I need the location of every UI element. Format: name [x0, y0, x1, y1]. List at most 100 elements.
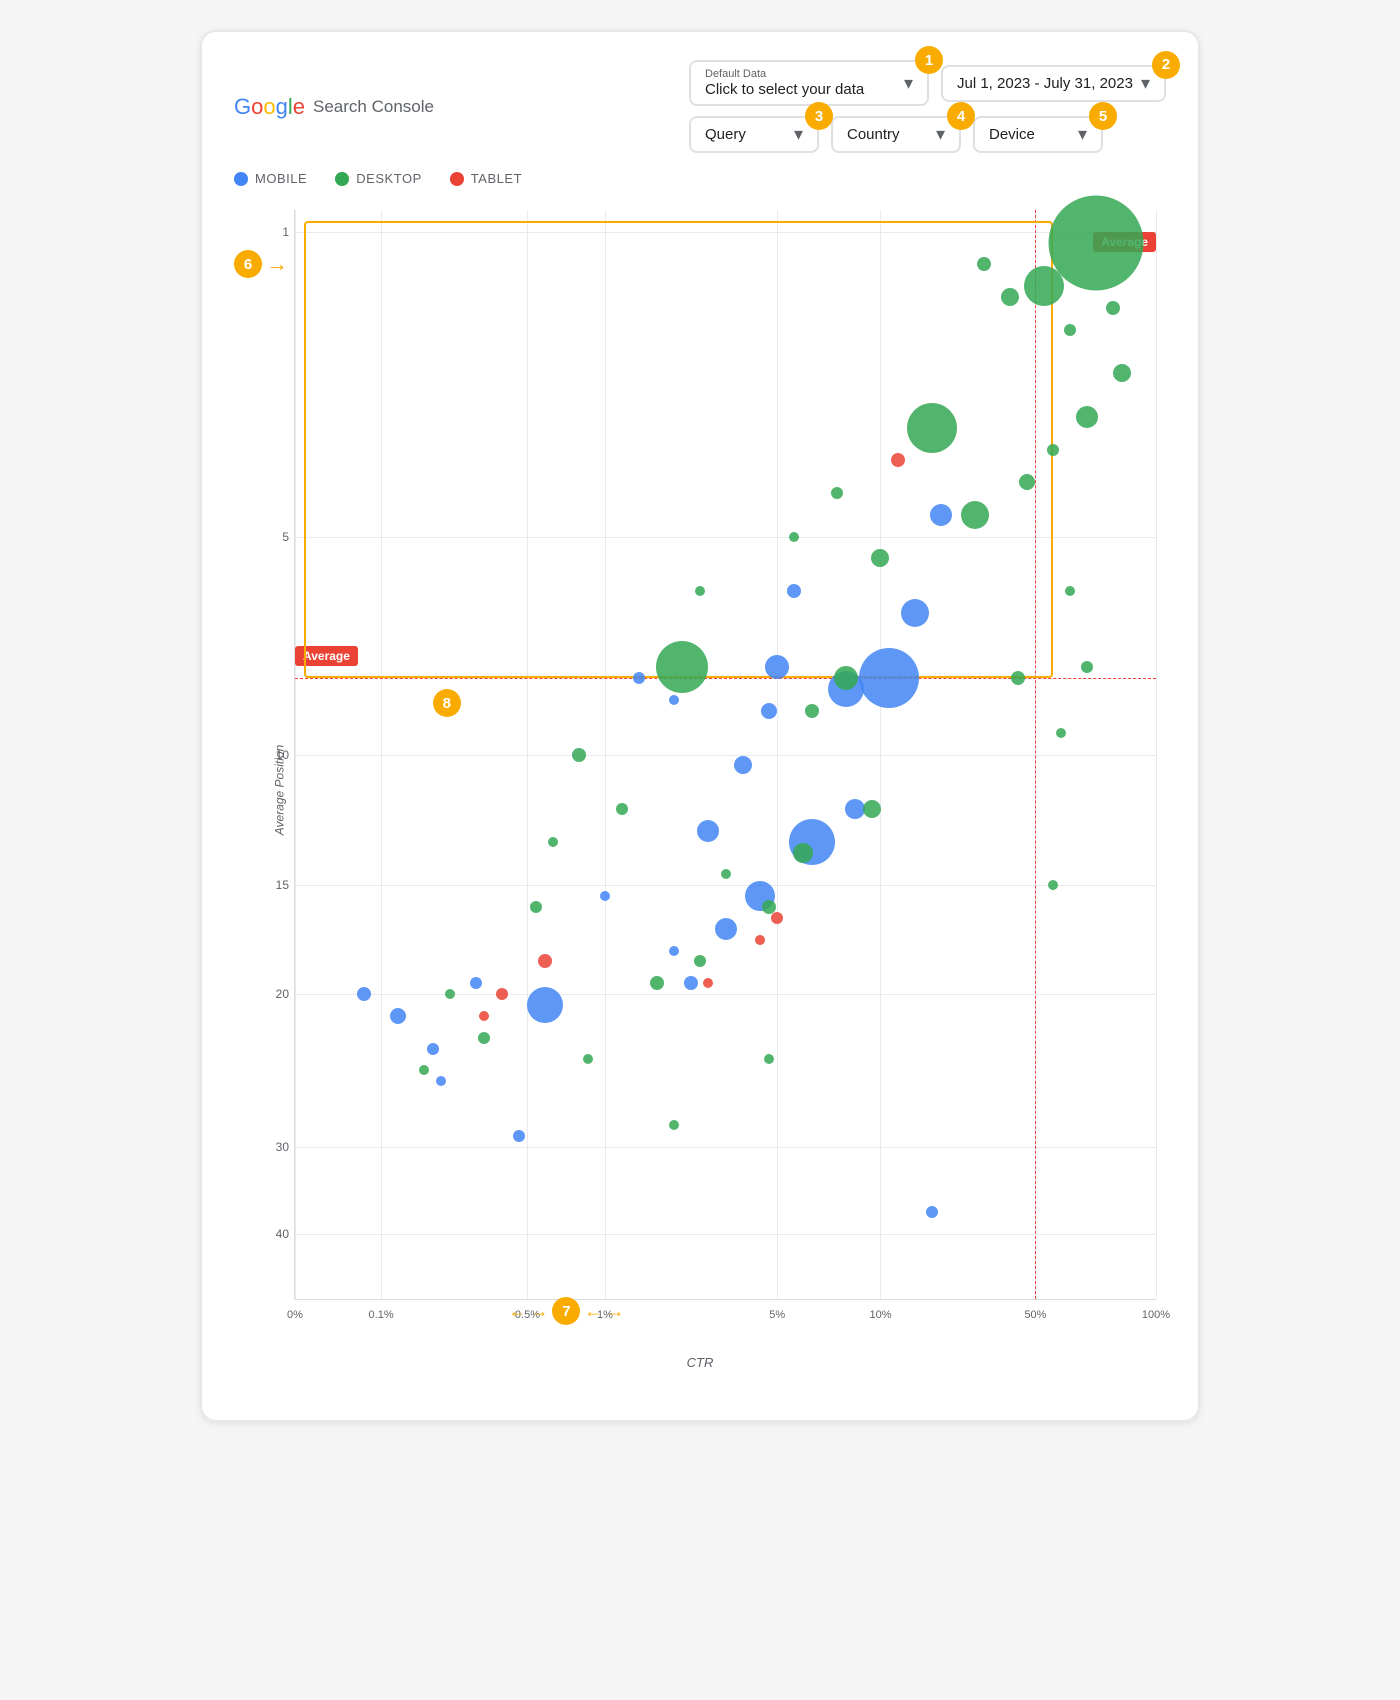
badge-7-area: ← → 7 ← →	[508, 1297, 624, 1325]
bubble-t5	[479, 1011, 489, 1021]
bubble-m11	[684, 976, 698, 990]
gridh-5	[295, 537, 1156, 538]
bubble-m13	[527, 987, 563, 1023]
badge-7: 7	[552, 1297, 580, 1325]
country-dropdown[interactable]: Country ▾	[831, 116, 961, 153]
bubble-d40	[695, 586, 705, 596]
bubble-m23	[734, 756, 752, 774]
bubble-m20	[600, 891, 610, 901]
gridv-0	[295, 210, 296, 1299]
bubble-m25	[697, 820, 719, 842]
bubble-m19	[513, 1130, 525, 1142]
dropdown-row-1: 1 Default Data Click to select your data…	[689, 60, 1166, 106]
header-dropdowns: 1 Default Data Click to select your data…	[689, 60, 1166, 153]
bubble-d39	[669, 1120, 679, 1130]
xtick-01: 0.1%	[369, 1309, 394, 1321]
gridv-05	[527, 210, 528, 1299]
bubble-d13	[871, 549, 889, 567]
bubble-d12	[961, 501, 989, 529]
bubble-d1	[1048, 195, 1143, 290]
ytick-1: 1	[253, 225, 289, 239]
gridv-1	[605, 210, 606, 1299]
gridh-1	[295, 232, 1156, 233]
bubble-m5	[787, 584, 801, 598]
x-axis-label: CTR	[687, 1355, 714, 1370]
data-value: Click to select your data	[705, 81, 864, 98]
bubble-m16	[357, 987, 371, 1001]
arrow-right-icon: →	[530, 1301, 548, 1322]
bubble-d16	[656, 641, 708, 693]
mobile-dot	[234, 172, 248, 186]
bubble-m12	[669, 946, 679, 956]
bubble-d24	[650, 976, 664, 990]
bubble-t1	[891, 453, 905, 467]
bubble-m21	[633, 672, 645, 684]
device-arrow-icon: ▾	[1078, 124, 1087, 145]
bubble-d35	[1081, 661, 1093, 673]
country-value: Country	[847, 126, 900, 143]
data-arrow-icon: ▾	[904, 73, 913, 94]
bubble-d30	[572, 748, 586, 762]
query-arrow-icon: ▾	[794, 124, 803, 145]
avg-line-vertical	[1035, 210, 1036, 1299]
header-row: Google Search Console 1 Default Data Cli…	[234, 60, 1166, 153]
xtick-5: 5%	[769, 1309, 785, 1321]
badge-3: 3	[805, 102, 833, 130]
dropdown-row-2: 3 Query ▾ 4 Country ▾ 5	[689, 116, 1166, 153]
data-dropdown-content: Default Data Click to select your data	[705, 68, 864, 98]
chart-plot-area: 1 5 10 15 20 30 40 0% 0.1% 0.5% 1%	[294, 210, 1156, 1300]
tablet-dot	[450, 172, 464, 186]
date-dropdown[interactable]: Jul 1, 2023 - July 31, 2023 ▾	[941, 65, 1166, 102]
bubble-d32	[530, 901, 542, 913]
bubble-m3	[901, 599, 929, 627]
device-value: Device	[989, 126, 1035, 143]
bubble-m18	[436, 1076, 446, 1086]
logo-search-console: Search Console	[313, 97, 434, 117]
bubble-d8	[1076, 406, 1098, 428]
gridv-01	[381, 210, 382, 1299]
badge-8: 8	[433, 689, 461, 717]
bubble-t4	[496, 988, 508, 1000]
bubble-t7	[703, 978, 713, 988]
bubble-d22	[721, 869, 731, 879]
badge-6-area: 6 →	[234, 250, 288, 278]
bubble-d37	[1048, 880, 1058, 890]
bubble-d25	[583, 1054, 593, 1064]
bubble-d20	[793, 843, 813, 863]
bubble-d18	[805, 704, 819, 718]
main-card: Google Search Console 1 Default Data Cli…	[200, 30, 1200, 1422]
gridh-40	[295, 1234, 1156, 1235]
gridh-10	[295, 755, 1156, 756]
mobile-label: MOBILE	[255, 171, 307, 186]
xtick-100: 100%	[1142, 1309, 1170, 1321]
bubble-d11	[907, 403, 957, 453]
badge-5: 5	[1089, 102, 1117, 130]
badge-4: 4	[947, 102, 975, 130]
bubble-d29	[616, 803, 628, 815]
chart-container: 6 → Average Position 1 5 10 15 20 30 40	[234, 200, 1166, 1380]
date-value: Jul 1, 2023 - July 31, 2023	[957, 75, 1133, 92]
bubble-d28	[419, 1065, 429, 1075]
bubble-m14	[470, 977, 482, 989]
ytick-10: 10	[253, 748, 289, 762]
bubble-d7	[1113, 364, 1131, 382]
bubble-m4	[930, 504, 952, 526]
xtick-0: 0%	[287, 1309, 303, 1321]
avg-line-horizontal	[295, 678, 1156, 679]
data-dropdown[interactable]: Default Data Click to select your data ▾	[689, 60, 929, 106]
badge-2: 2	[1152, 51, 1180, 79]
arrow-right2-icon: ←	[584, 1301, 602, 1322]
logo-google: Google	[234, 94, 305, 120]
legend-mobile: MOBILE	[234, 171, 307, 186]
bubble-d5	[1064, 324, 1076, 336]
badge-1: 1	[915, 46, 943, 74]
bubble-t6	[538, 954, 552, 968]
legend-tablet: TABLET	[450, 171, 522, 186]
bubble-m15	[390, 1008, 406, 1024]
query-dropdown[interactable]: Query ▾	[689, 116, 819, 153]
ytick-20: 20	[253, 987, 289, 1001]
arrow-right3-icon: →	[606, 1301, 624, 1322]
bubble-d4	[1001, 288, 1019, 306]
device-dropdown[interactable]: Device ▾	[973, 116, 1103, 153]
bubble-d3	[977, 257, 991, 271]
